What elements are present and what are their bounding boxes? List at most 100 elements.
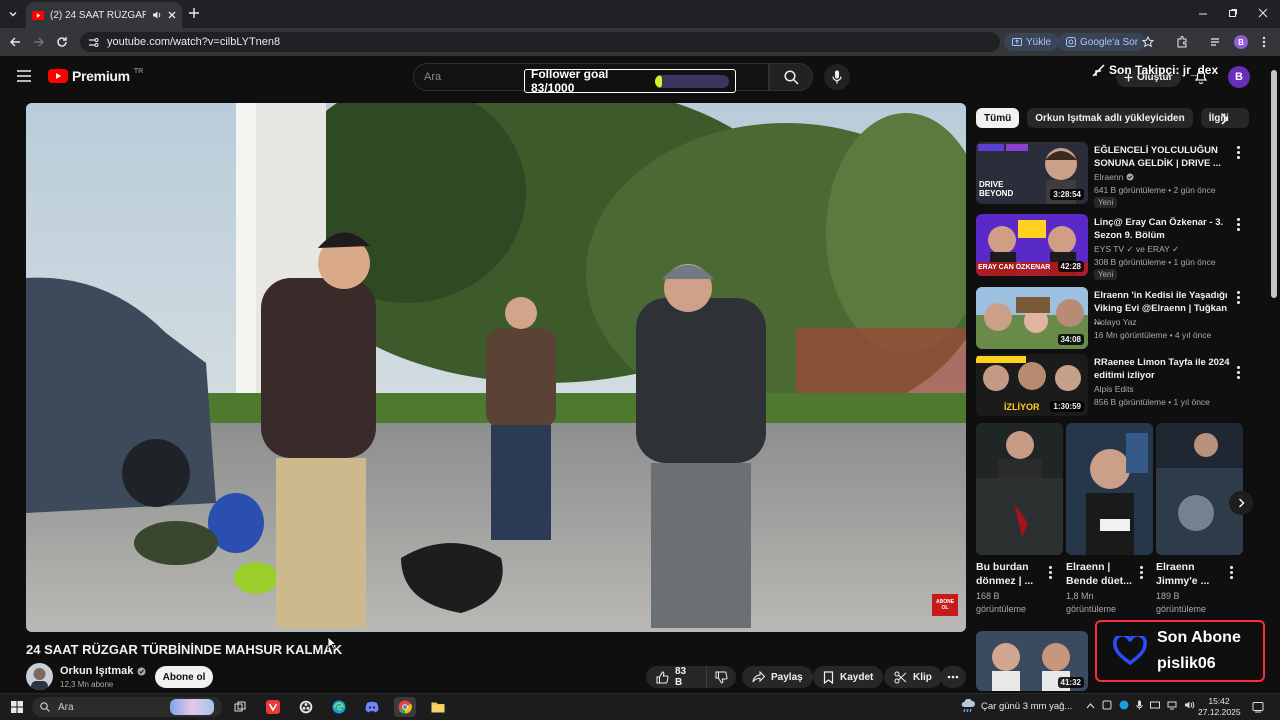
new-badge: Yeni (1094, 269, 1118, 280)
yukle-button[interactable]: Yükle (1004, 33, 1060, 51)
tray-edge-icon[interactable] (1119, 700, 1129, 710)
language-icon[interactable] (1150, 700, 1160, 710)
logo-text: Premium (72, 68, 130, 84)
follower-goal-overlay: Follower goal 83/1000 (524, 67, 736, 95)
window-minimize-button[interactable] (1198, 8, 1210, 20)
site-info-icon[interactable] (88, 37, 99, 48)
notification-center-button[interactable] (1252, 701, 1264, 713)
more-vertical-icon[interactable] (1237, 218, 1241, 231)
taskbar-app-obs[interactable] (295, 697, 317, 717)
taskbar-app-vivaldi[interactable] (262, 697, 284, 717)
more-vertical-icon[interactable] (1140, 566, 1144, 579)
task-view-button[interactable] (229, 697, 251, 717)
network-icon[interactable] (1167, 700, 1177, 710)
youtube-logo[interactable]: Premium TR (48, 68, 143, 84)
weather-widget[interactable]: Çar günü 3 mm yağ... (960, 699, 1072, 713)
task-view-icon (234, 701, 246, 713)
browser-menu-button[interactable] (1262, 36, 1266, 48)
video-title: 24 SAAT RÜZGAR TÜRBİNİNDE MAHSUR KALMAK (26, 642, 343, 657)
short-info: Bu burdan dönmez | ... 168 B görüntüleme (976, 560, 1036, 616)
clip-button[interactable]: Klip (884, 666, 942, 688)
media-control-button[interactable] (1210, 36, 1222, 48)
notifications-button[interactable] (1194, 69, 1208, 84)
search-button[interactable] (769, 63, 813, 91)
tray-app-icon[interactable] (1102, 700, 1112, 710)
video-thumbnail: DRIVE BEYOND 3:28:54 (976, 142, 1088, 204)
youtube-favicon-icon (32, 10, 44, 20)
like-button[interactable]: 83 B (646, 666, 706, 688)
search-highlight-icon (170, 699, 214, 715)
heart-icon (1113, 636, 1147, 666)
tab-list-button[interactable] (6, 7, 20, 21)
channel-name[interactable]: Orkun Işıtmak (60, 665, 146, 677)
channel-avatar[interactable] (26, 663, 53, 690)
volume-icon[interactable] (1184, 700, 1195, 710)
recommendation-meta: 308 B görüntüleme • 1 gün önce (1094, 257, 1216, 267)
subscribe-button[interactable]: Abone ol (155, 666, 213, 688)
new-tab-button[interactable] (188, 7, 202, 21)
short-info: Elraenn Jimmy'e ... 189 B görüntüleme (1156, 560, 1222, 616)
recommendation-item[interactable]: 34:08 Elraenn 'in Kedisi ile Yaşadığı Vi… (976, 287, 1266, 353)
short-thumbnail[interactable] (1156, 423, 1243, 555)
more-vertical-icon[interactable] (1049, 566, 1053, 579)
start-button[interactable] (6, 697, 28, 717)
forward-button[interactable] (33, 36, 45, 48)
taskbar-search[interactable]: Ara (32, 697, 222, 717)
thumbnail-text: DRIVE BEYOND (979, 180, 1014, 198)
clock[interactable]: 15:42 27.12.2025 (1198, 696, 1241, 718)
video-duration: 34:08 (1057, 334, 1084, 345)
guide-menu-button[interactable] (17, 70, 31, 82)
address-bar[interactable]: youtube.com/watch?v=cilbLYTnen8 (80, 32, 1000, 52)
page-scrollbar[interactable] (1270, 62, 1278, 692)
share-button[interactable]: Paylaş (742, 666, 813, 688)
show-hidden-icons-button[interactable] (1086, 702, 1095, 709)
extensions-button[interactable] (1176, 36, 1188, 48)
taskbar-app-file-explorer[interactable] (427, 697, 449, 717)
video-player[interactable]: ABONE OL (26, 103, 966, 632)
tab-close-icon[interactable] (168, 11, 176, 19)
reload-icon (56, 36, 68, 48)
tab-audio-icon[interactable] (152, 10, 162, 20)
bookmark-star-button[interactable] (1142, 36, 1154, 48)
voice-search-button[interactable] (824, 64, 850, 90)
back-button[interactable] (9, 36, 21, 48)
arrow-left-icon (9, 36, 21, 48)
taskbar-app-discord[interactable] (361, 697, 383, 717)
chips-next-button[interactable] (1220, 113, 1228, 125)
window-restore-button[interactable] (1228, 8, 1240, 20)
reload-button[interactable] (56, 36, 68, 48)
mouse-cursor-icon (327, 636, 337, 650)
recommendation-item[interactable]: İZLİYOR 1:30:59 RRaenee Limon Tayfa ile … (976, 354, 1266, 420)
more-vertical-icon[interactable] (1237, 291, 1241, 304)
more-actions-button[interactable] (940, 666, 966, 688)
video-duration: 42:28 (1057, 261, 1084, 272)
more-vertical-icon[interactable] (1237, 366, 1241, 379)
microphone-icon (832, 70, 842, 84)
window-close-button[interactable] (1258, 8, 1270, 20)
scrollbar-thumb[interactable] (1271, 70, 1277, 298)
video-thumbnail: 34:08 (976, 287, 1088, 349)
bell-icon (1194, 69, 1208, 84)
more-vertical-icon[interactable] (1237, 146, 1241, 159)
browser-profile-avatar[interactable]: B (1234, 35, 1248, 49)
save-button[interactable]: Kaydet (813, 666, 884, 688)
taskbar-app-chrome[interactable] (394, 697, 416, 717)
chip-from-uploader[interactable]: Orkun Işıtmak adlı yükleyiciden (1027, 108, 1193, 128)
share-arrow-icon (752, 671, 765, 683)
windows-taskbar: Ara Çar günü 3 mm yağ... 15:42 27.12.202… (0, 693, 1280, 720)
recommendation-item[interactable]: DRIVE BEYOND 3:28:54 EĞLENCELİ YOLCULUĞU… (976, 142, 1266, 208)
taskbar-app-edge[interactable] (328, 697, 350, 717)
shorts-next-button[interactable] (1229, 491, 1253, 515)
microphone-icon[interactable] (1136, 700, 1143, 710)
chip-all[interactable]: Tümü (976, 108, 1020, 128)
more-vertical-icon[interactable] (1230, 566, 1234, 579)
google-sor-button[interactable]: Google'a Sor (1058, 33, 1147, 51)
short-thumbnail[interactable] (1066, 423, 1153, 555)
short-thumbnail[interactable] (976, 423, 1063, 555)
dislike-button[interactable] (706, 666, 736, 688)
recommendation-meta: 641 B görüntüleme • 2 gün önce (1094, 185, 1216, 195)
account-avatar[interactable]: B (1228, 66, 1250, 88)
recommendation-item[interactable]: 41:32 (976, 631, 1088, 691)
recommendation-item[interactable]: ERAY CAN ÖZKENAR 42:28 Linç@ Eray Can Öz… (976, 214, 1266, 280)
browser-tab-active[interactable]: (2) 24 SAAT RÜZGAR TÜRBİ (26, 2, 182, 28)
